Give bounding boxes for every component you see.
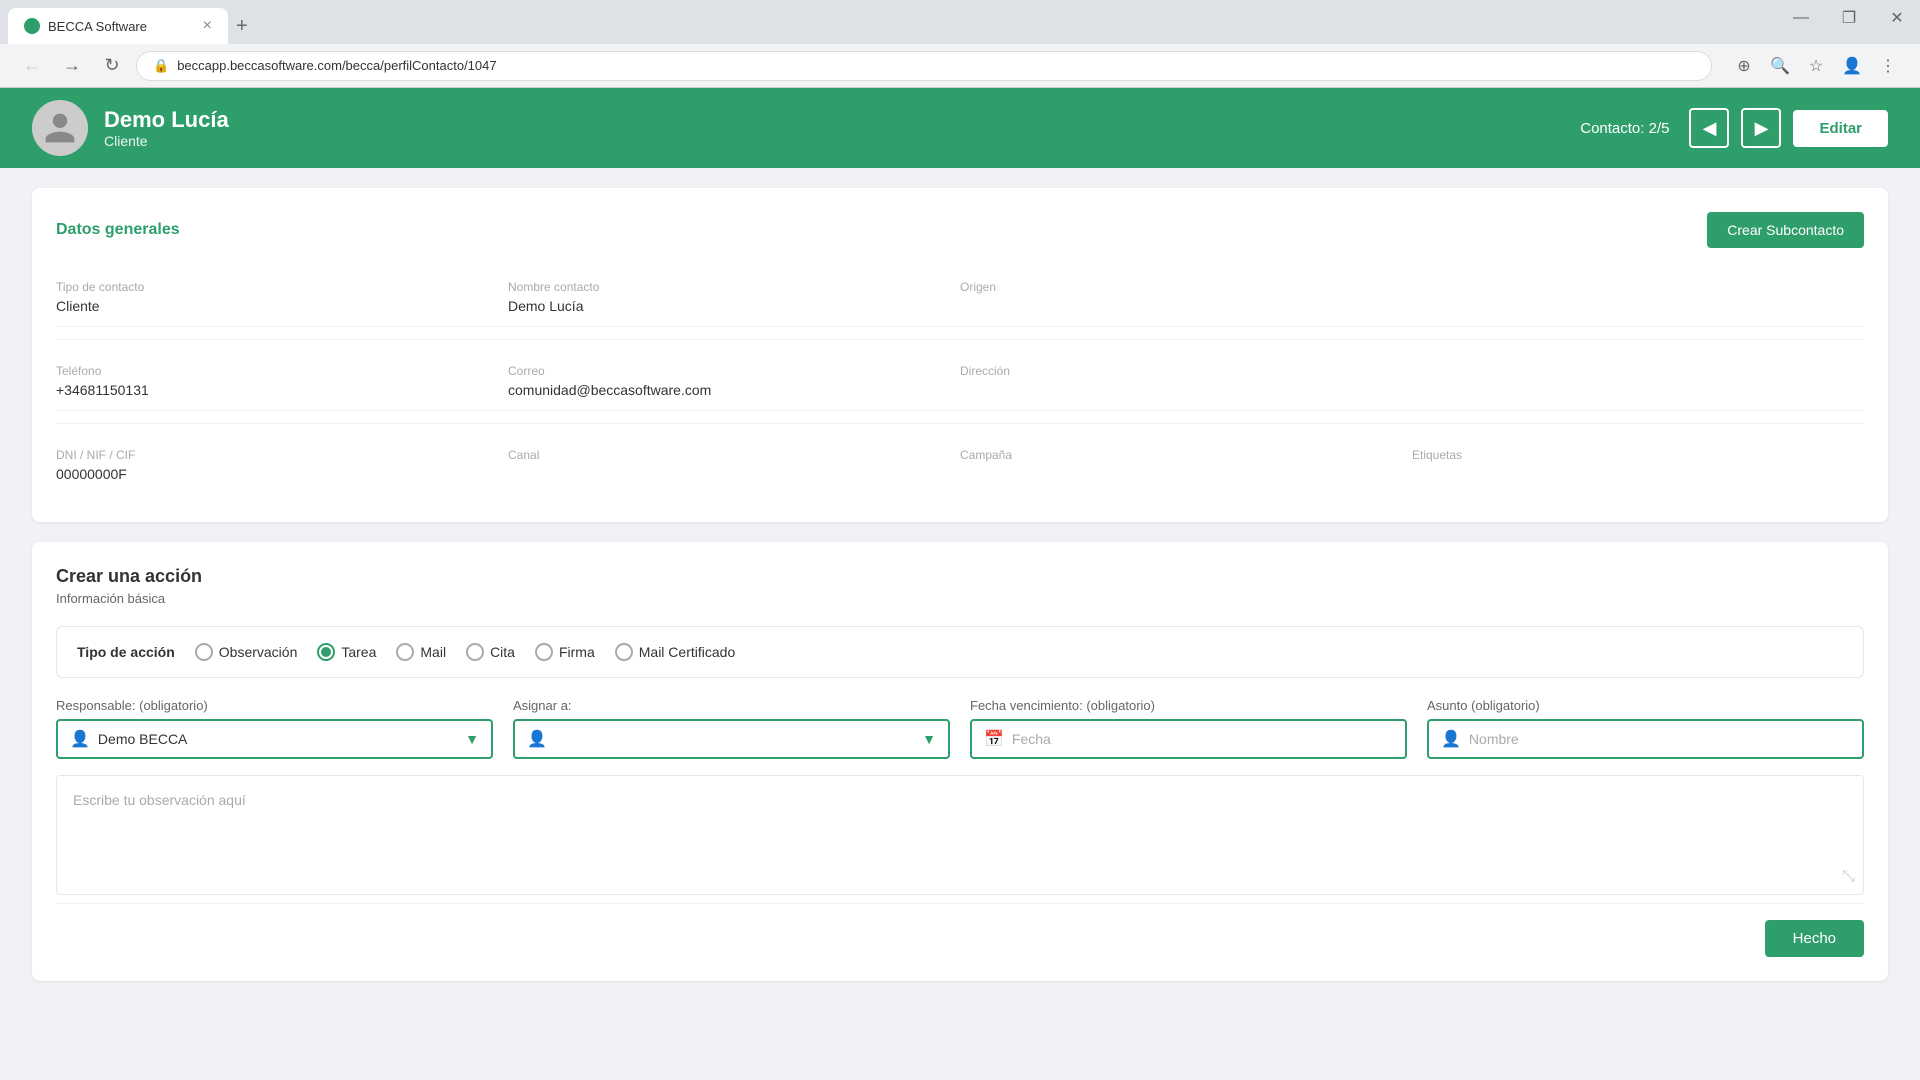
fecha-label: Fecha vencimiento: (obligatorio) bbox=[970, 698, 1407, 713]
action-title: Crear una acción bbox=[56, 566, 1864, 587]
done-button[interactable]: Hecho bbox=[1765, 920, 1864, 957]
datos-generales-header: Datos generales Crear Subcontacto bbox=[56, 212, 1864, 248]
create-subcontact-button[interactable]: Crear Subcontacto bbox=[1707, 212, 1864, 248]
menu-icon[interactable]: ⋮ bbox=[1872, 50, 1904, 82]
address-bar[interactable]: 🔒 beccapp.beccasoftware.com/becca/perfil… bbox=[136, 51, 1712, 81]
minimize-button[interactable]: — bbox=[1778, 0, 1824, 36]
forward-button[interactable]: → bbox=[56, 50, 88, 82]
resize-handle-icon: ⤡ bbox=[1842, 868, 1855, 886]
field-etiquetas: Etiquetas bbox=[1412, 436, 1864, 494]
header-right: Contacto: 2/5 ◀ ▶ Editar bbox=[1580, 108, 1888, 148]
asunto-label: Asunto (obligatorio) bbox=[1427, 698, 1864, 713]
person-icon-asunto: 👤 bbox=[1441, 729, 1461, 749]
radio-dot-tarea bbox=[321, 647, 331, 657]
asunto-field[interactable] bbox=[1469, 731, 1850, 747]
window-controls: — ❐ ✕ bbox=[1778, 0, 1920, 44]
radio-circle-mail bbox=[396, 643, 414, 661]
app-header: Demo Lucía Cliente Contacto: 2/5 ◀ ▶ Edi… bbox=[0, 88, 1920, 168]
radio-circle-observacion bbox=[195, 643, 213, 661]
radio-observacion[interactable]: Observación bbox=[195, 643, 298, 661]
contact-info: Demo Lucía Cliente bbox=[104, 107, 229, 149]
field-empty-1 bbox=[1412, 268, 1864, 327]
browser-toolbar: ← → ↻ 🔒 beccapp.beccasoftware.com/becca/… bbox=[0, 44, 1920, 88]
dropdown-arrow-responsable: ▼ bbox=[465, 731, 479, 747]
fecha-input[interactable]: 📅 bbox=[970, 719, 1407, 759]
next-contact-button[interactable]: ▶ bbox=[1741, 108, 1781, 148]
profile-icon[interactable]: 👤 bbox=[1836, 50, 1868, 82]
field-tipo-contacto: Tipo de contacto Cliente bbox=[56, 268, 508, 327]
radio-group: Observación Tarea Mail Cita bbox=[195, 643, 735, 661]
action-type-box: Tipo de acción Observación Tarea bbox=[56, 626, 1864, 678]
person-icon-asignar: 👤 bbox=[527, 729, 547, 749]
field-canal: Canal bbox=[508, 436, 960, 494]
contact-counter: Contacto: 2/5 bbox=[1580, 120, 1669, 137]
main-content: Datos generales Crear Subcontacto Tipo d… bbox=[0, 168, 1920, 1021]
datos-generales-card: Datos generales Crear Subcontacto Tipo d… bbox=[32, 188, 1888, 522]
responsable-value: Demo BECCA bbox=[98, 731, 457, 747]
person-icon-responsable: 👤 bbox=[70, 729, 90, 749]
browser-tab[interactable]: BECCA Software × bbox=[8, 8, 228, 44]
fecha-field[interactable] bbox=[1012, 731, 1393, 747]
action-subtitle: Información básica bbox=[56, 591, 1864, 606]
fecha-group: Fecha vencimiento: (obligatorio) 📅 bbox=[970, 698, 1407, 759]
browser-actions: ⊕ 🔍 ☆ 👤 ⋮ bbox=[1728, 50, 1904, 82]
close-button[interactable]: ✕ bbox=[1874, 0, 1920, 36]
app-wrapper: Demo Lucía Cliente Contacto: 2/5 ◀ ▶ Edi… bbox=[0, 88, 1920, 1080]
bookmark-icon[interactable]: ☆ bbox=[1800, 50, 1832, 82]
dropdown-arrow-asignar: ▼ bbox=[922, 731, 936, 747]
field-correo: Correo comunidad@beccasoftware.com bbox=[508, 352, 960, 411]
prev-contact-button[interactable]: ◀ bbox=[1689, 108, 1729, 148]
field-direccion: Dirección bbox=[960, 352, 1412, 411]
asignar-select[interactable]: 👤 ▼ bbox=[513, 719, 950, 759]
radio-circle-cita bbox=[466, 643, 484, 661]
radio-circle-tarea bbox=[317, 643, 335, 661]
datos-generales-title: Datos generales bbox=[56, 221, 180, 239]
asignar-group: Asignar a: 👤 ▼ bbox=[513, 698, 950, 759]
refresh-button[interactable]: ↻ bbox=[96, 50, 128, 82]
radio-mail[interactable]: Mail bbox=[396, 643, 446, 661]
card-footer: Hecho bbox=[56, 903, 1864, 957]
radio-cita[interactable]: Cita bbox=[466, 643, 515, 661]
asignar-label: Asignar a: bbox=[513, 698, 950, 713]
radio-mail-certificado[interactable]: Mail Certificado bbox=[615, 643, 735, 661]
tab-favicon bbox=[24, 18, 40, 34]
contact-name: Demo Lucía bbox=[104, 107, 229, 133]
field-campana: Campaña bbox=[960, 436, 1412, 494]
maximize-button[interactable]: ❐ bbox=[1826, 0, 1872, 36]
observation-textarea-wrapper: Escribe tu observación aquí ⤡ bbox=[56, 775, 1864, 895]
cast-icon[interactable]: ⊕ bbox=[1728, 50, 1760, 82]
radio-tarea[interactable]: Tarea bbox=[317, 643, 376, 661]
field-origen: Origen bbox=[960, 268, 1412, 327]
responsable-select[interactable]: 👤 Demo BECCA ▼ bbox=[56, 719, 493, 759]
lock-icon: 🔒 bbox=[153, 58, 169, 74]
asunto-input[interactable]: 👤 bbox=[1427, 719, 1864, 759]
zoom-icon[interactable]: 🔍 bbox=[1764, 50, 1796, 82]
radio-circle-mail-certificado bbox=[615, 643, 633, 661]
radio-circle-firma bbox=[535, 643, 553, 661]
textarea-placeholder[interactable]: Escribe tu observación aquí bbox=[73, 792, 1847, 808]
responsable-group: Responsable: (obligatorio) 👤 Demo BECCA … bbox=[56, 698, 493, 759]
avatar bbox=[32, 100, 88, 156]
radio-firma[interactable]: Firma bbox=[535, 643, 595, 661]
field-nombre-contacto: Nombre contacto Demo Lucía bbox=[508, 268, 960, 327]
field-telefono: Teléfono +34681150131 bbox=[56, 352, 508, 411]
avatar-icon bbox=[42, 110, 78, 146]
responsable-label: Responsable: (obligatorio) bbox=[56, 698, 493, 713]
tab-close-button[interactable]: × bbox=[203, 17, 212, 35]
browser-window: BECCA Software × + — ❐ ✕ ← → ↻ 🔒 beccapp… bbox=[0, 0, 1920, 88]
contact-type: Cliente bbox=[104, 133, 229, 149]
action-type-label: Tipo de acción bbox=[77, 644, 175, 660]
field-dni: DNI / NIF / CIF 00000000F bbox=[56, 436, 508, 494]
calendar-icon: 📅 bbox=[984, 729, 1004, 749]
asunto-group: Asunto (obligatorio) 👤 bbox=[1427, 698, 1864, 759]
form-row: Responsable: (obligatorio) 👤 Demo BECCA … bbox=[56, 698, 1864, 759]
back-button[interactable]: ← bbox=[16, 50, 48, 82]
new-tab-button[interactable]: + bbox=[236, 15, 248, 38]
edit-button[interactable]: Editar bbox=[1793, 110, 1888, 147]
crear-accion-card: Crear una acción Información básica Tipo… bbox=[32, 542, 1888, 981]
tab-title: BECCA Software bbox=[48, 19, 195, 34]
field-empty-2 bbox=[1412, 352, 1864, 411]
url-text: beccapp.beccasoftware.com/becca/perfilCo… bbox=[177, 58, 496, 73]
